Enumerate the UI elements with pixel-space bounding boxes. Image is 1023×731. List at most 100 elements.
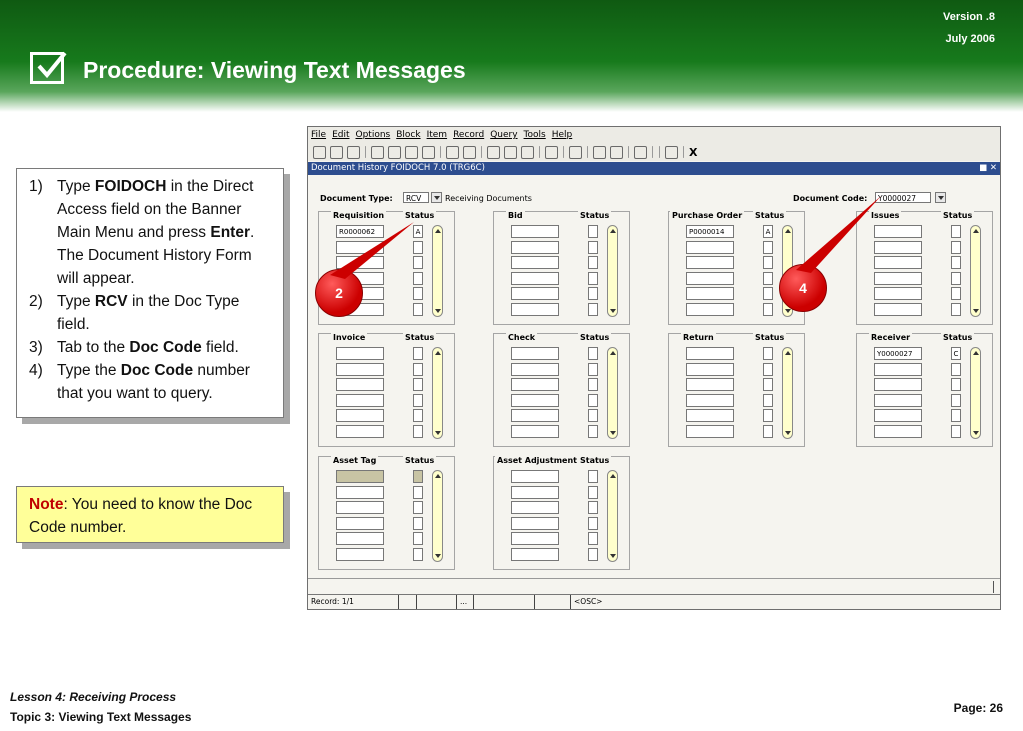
status-cell[interactable] [763, 362, 773, 376]
doc-number-cell[interactable] [511, 287, 559, 300]
doc-number-cell[interactable] [874, 409, 922, 422]
save-icon[interactable] [313, 145, 326, 159]
doc-number-cell[interactable] [874, 393, 922, 407]
doc-number-cell[interactable] [511, 409, 559, 422]
doc-number-cell[interactable] [511, 378, 559, 391]
next-record-icon[interactable] [422, 145, 435, 159]
doc-number-cell[interactable] [511, 470, 559, 483]
status-cell[interactable] [413, 362, 423, 376]
doc-number-cell[interactable] [686, 347, 734, 360]
status-cell[interactable] [413, 378, 423, 391]
doc-number-cell[interactable] [686, 362, 734, 376]
doc-number-cell[interactable] [511, 516, 559, 530]
scroll-up-icon[interactable] [435, 351, 441, 355]
status-cell[interactable] [588, 516, 598, 530]
scroll-down-icon[interactable] [785, 309, 791, 313]
status-cell[interactable] [413, 470, 423, 483]
doc-number-cell[interactable] [874, 225, 922, 238]
execute-query-icon[interactable] [463, 145, 476, 159]
status-cell[interactable] [413, 485, 423, 499]
status-cell[interactable] [413, 409, 423, 422]
status-cell[interactable]: A [413, 225, 423, 238]
status-cell[interactable] [413, 271, 423, 285]
status-cell[interactable] [588, 501, 598, 514]
status-cell[interactable] [588, 393, 598, 407]
scroll-down-icon[interactable] [435, 431, 441, 435]
navigation-icon[interactable] [634, 145, 647, 159]
status-cell[interactable] [763, 393, 773, 407]
doc-number-cell[interactable]: Y0000027 [874, 347, 922, 360]
status-cell[interactable] [588, 240, 598, 254]
doc-number-cell[interactable] [686, 256, 734, 269]
doc-number-cell[interactable] [874, 424, 922, 438]
scroll-up-icon[interactable] [610, 351, 616, 355]
remove-record-icon[interactable] [388, 145, 401, 159]
menu-item-query[interactable]: Query [490, 130, 517, 140]
doc-number-cell[interactable] [686, 378, 734, 391]
doc-number-cell[interactable] [686, 271, 734, 285]
scroll-down-icon[interactable] [610, 309, 616, 313]
scroll-up-icon[interactable] [435, 474, 441, 478]
status-cell[interactable]: A [763, 225, 773, 238]
status-cell[interactable] [588, 302, 598, 316]
doc-number-cell[interactable] [686, 409, 734, 422]
status-cell[interactable] [951, 256, 961, 269]
doc-number-cell[interactable] [874, 287, 922, 300]
status-cell[interactable] [951, 225, 961, 238]
previous-record-icon[interactable] [405, 145, 418, 159]
status-cell[interactable] [951, 302, 961, 316]
calendar-icon[interactable] [487, 145, 500, 159]
status-cell[interactable] [413, 547, 423, 561]
menu-item-tools[interactable]: Tools [524, 130, 546, 140]
print-icon[interactable] [347, 145, 360, 159]
doc-number-cell[interactable] [874, 362, 922, 376]
scrollbar[interactable] [432, 225, 443, 317]
status-cell[interactable] [413, 501, 423, 514]
menu-item-record[interactable]: Record [453, 130, 484, 140]
status-cell[interactable] [413, 287, 423, 300]
menu-item-edit[interactable]: Edit [332, 130, 349, 140]
status-cell[interactable] [588, 256, 598, 269]
status-cell[interactable] [951, 424, 961, 438]
doc-number-cell[interactable] [511, 393, 559, 407]
scroll-down-icon[interactable] [973, 309, 979, 313]
doc-type-dropdown-icon[interactable] [431, 192, 442, 203]
scrollbar[interactable] [607, 470, 618, 562]
doc-number-cell[interactable] [874, 302, 922, 316]
doc-number-cell[interactable] [511, 362, 559, 376]
doc-number-cell[interactable] [336, 240, 384, 254]
doc-number-cell[interactable] [511, 547, 559, 561]
calculator-icon[interactable] [504, 145, 517, 159]
status-cell[interactable] [413, 240, 423, 254]
scrollbar[interactable] [607, 225, 618, 317]
exit-icon[interactable]: X [689, 147, 697, 158]
status-cell[interactable] [413, 393, 423, 407]
status-cell[interactable] [588, 225, 598, 238]
attachment-icon[interactable] [569, 145, 582, 159]
status-cell[interactable] [413, 347, 423, 360]
status-cell[interactable] [588, 362, 598, 376]
status-cell[interactable] [588, 470, 598, 483]
doc-number-cell[interactable] [686, 302, 734, 316]
doc-number-cell[interactable] [874, 378, 922, 391]
status-cell[interactable] [413, 532, 423, 545]
scrollbar[interactable] [432, 470, 443, 562]
doc-number-cell[interactable] [511, 225, 559, 238]
list-icon[interactable] [545, 145, 558, 159]
status-cell[interactable] [763, 287, 773, 300]
scrollbar[interactable] [607, 347, 618, 439]
doc-number-cell[interactable] [686, 393, 734, 407]
scroll-up-icon[interactable] [973, 229, 979, 233]
help-icon[interactable] [665, 145, 678, 159]
window-controls-icon[interactable]: ■ ✕ [979, 162, 997, 175]
scrollbar[interactable] [970, 225, 981, 317]
status-cell[interactable]: C [951, 347, 961, 360]
doc-number-cell[interactable] [686, 424, 734, 438]
scroll-up-icon[interactable] [785, 351, 791, 355]
menu-item-block[interactable]: Block [396, 130, 420, 140]
doc-number-cell[interactable] [336, 547, 384, 561]
doc-number-cell[interactable] [336, 532, 384, 545]
doc-number-cell[interactable] [511, 240, 559, 254]
doc-code-dropdown-icon[interactable] [935, 192, 946, 203]
insert-record-icon[interactable] [371, 145, 384, 159]
